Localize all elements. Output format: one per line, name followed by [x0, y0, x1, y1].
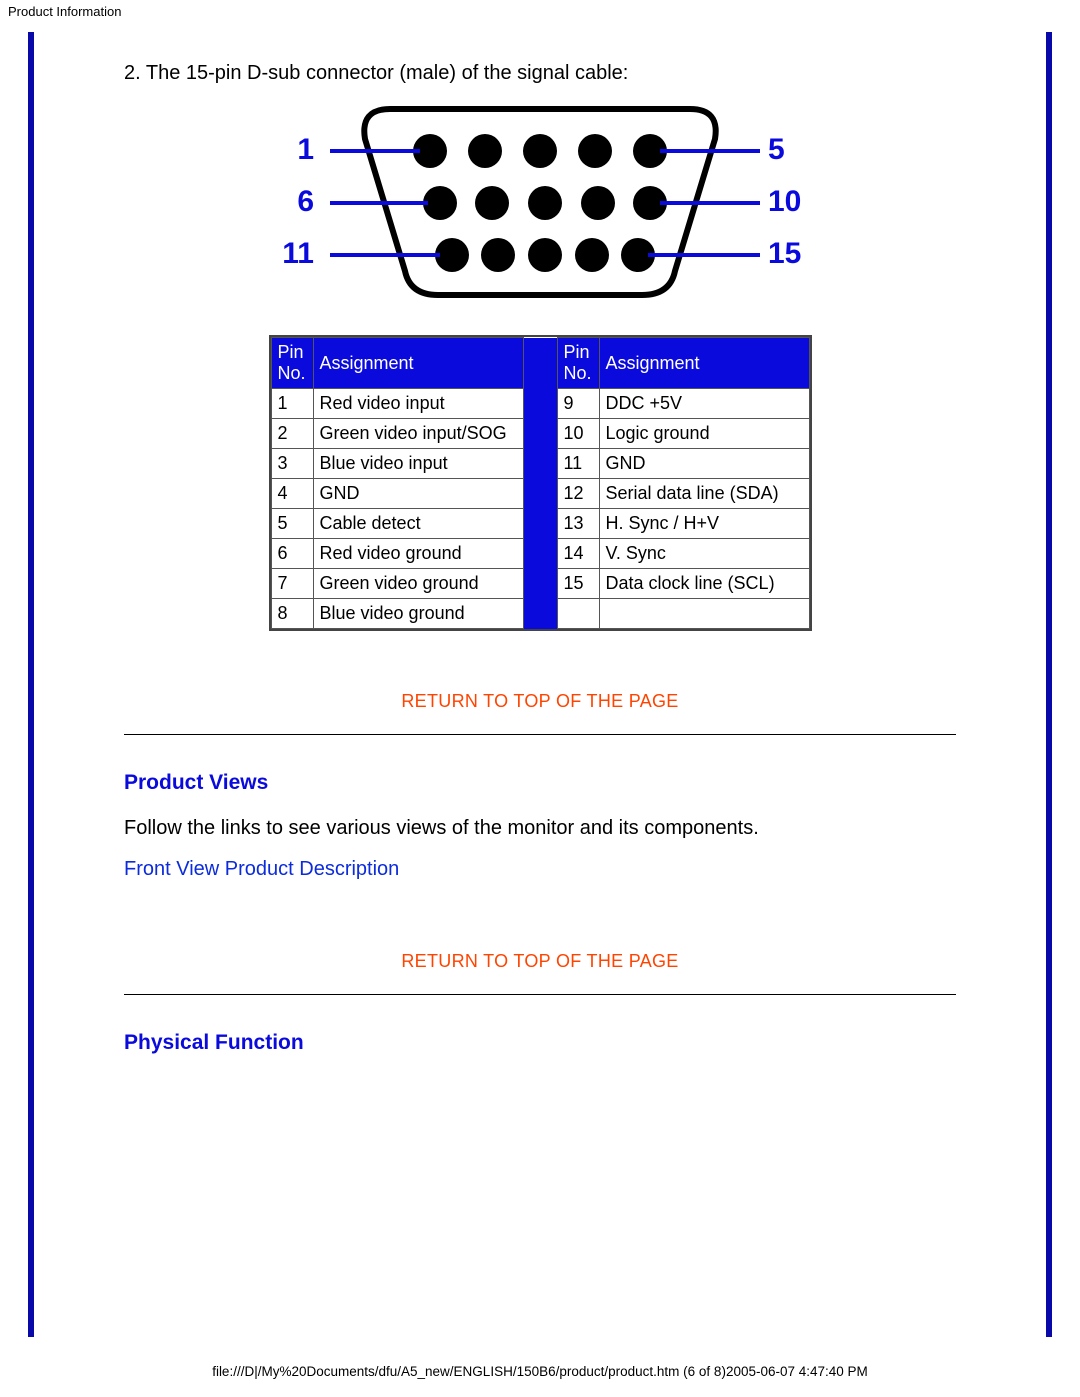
heading-product-views: Product Views — [124, 771, 956, 795]
section-divider — [124, 734, 956, 735]
pin-label-15: 15 — [768, 237, 801, 270]
footer-path: file:///D|/My%20Documents/dfu/A5_new/ENG… — [0, 1364, 1080, 1379]
pin-label-6: 6 — [297, 185, 314, 218]
heading-physical-function: Physical Function — [124, 1031, 956, 1055]
pin-label-5: 5 — [768, 133, 785, 166]
th-assign-left: Assignment — [313, 338, 523, 389]
pin-label-10: 10 — [768, 185, 801, 218]
section-divider — [124, 994, 956, 995]
return-top-link-2[interactable]: RETURN TO TOP OF THE PAGE — [124, 951, 956, 972]
th-pin-left: Pin No. — [271, 338, 313, 389]
pin-label-11: 11 — [282, 237, 314, 270]
product-views-text: Follow the links to see various views of… — [124, 817, 956, 840]
th-assign-right: Assignment — [599, 338, 809, 389]
table-spacer — [523, 338, 557, 629]
page-header-title: Product Information — [0, 0, 1080, 23]
front-view-link[interactable]: Front View Product Description — [124, 858, 956, 881]
pin-assignment-table: Pin No. Assignment Pin No. Assignment 1 … — [271, 337, 810, 629]
pin-label-1: 1 — [297, 133, 314, 166]
page-frame: 2. The 15-pin D-sub connector (male) of … — [28, 32, 1052, 1337]
intro-text: 2. The 15-pin D-sub connector (male) of … — [124, 62, 956, 85]
return-top-link-1[interactable]: RETURN TO TOP OF THE PAGE — [124, 691, 956, 712]
th-pin-right: Pin No. — [557, 338, 599, 389]
dsub-connector-diagram: 1 6 11 5 10 15 — [270, 95, 810, 305]
